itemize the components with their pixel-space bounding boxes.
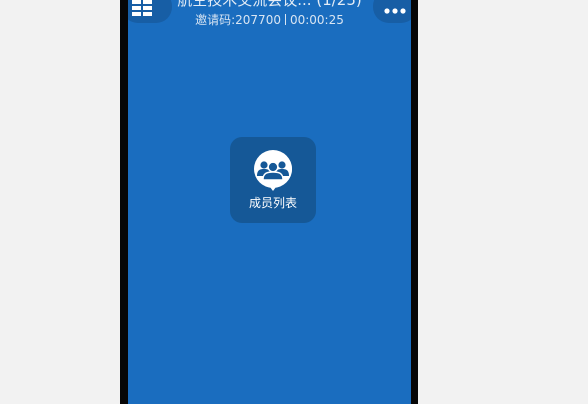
meeting-title: 航空技术交流会议... (1/25) bbox=[177, 0, 362, 9]
meeting-info: 邀请码:207700 00:00:25 bbox=[128, 12, 411, 28]
info-divider bbox=[284, 14, 286, 25]
members-list-button[interactable]: 成员列表 bbox=[230, 137, 316, 223]
more-dots-icon bbox=[384, 7, 406, 14]
phone-frame: 航空技术交流会议... (1/25) 邀请码:207700 00:00:25 成… bbox=[120, 0, 418, 404]
members-icon bbox=[254, 150, 292, 191]
invite-code: 邀请码:207700 bbox=[195, 13, 281, 27]
more-options-button[interactable] bbox=[373, 0, 411, 23]
meeting-duration: 00:00:25 bbox=[289, 13, 344, 27]
meeting-screen: 航空技术交流会议... (1/25) 邀请码:207700 00:00:25 成… bbox=[128, 0, 411, 404]
members-list-label: 成员列表 bbox=[248, 196, 297, 210]
